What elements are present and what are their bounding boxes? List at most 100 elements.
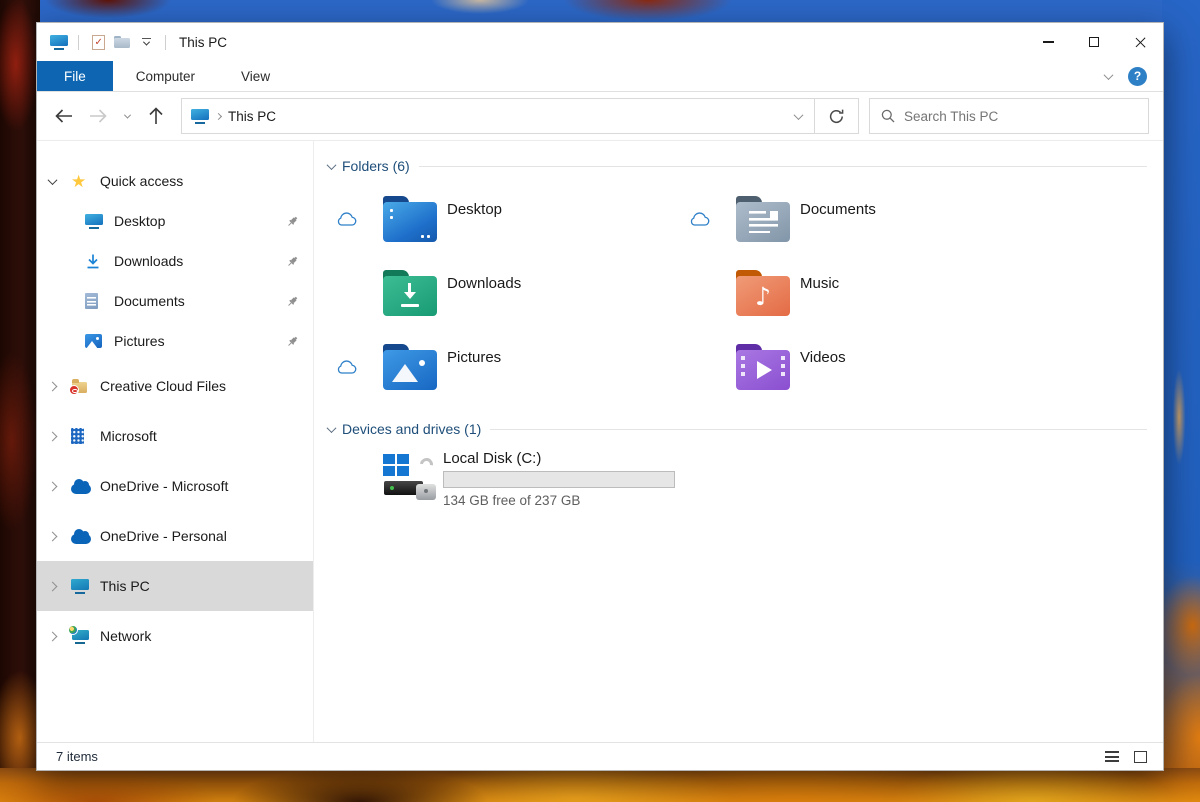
minimize-icon — [1042, 41, 1054, 43]
tab-computer[interactable]: Computer — [113, 61, 218, 91]
navigation-pane: ★ Quick access Desktop Downloads Documen… — [37, 141, 314, 742]
creative-cloud-icon — [69, 379, 88, 395]
folder-name: Pictures — [447, 348, 502, 366]
onedrive-cloud-status-icon — [336, 212, 357, 226]
this-pc-icon[interactable] — [47, 29, 71, 55]
sidebar-item-onedrive-microsoft[interactable]: OneDrive - Microsoft — [37, 461, 313, 511]
folder-tile-documents[interactable]: Documents — [679, 182, 1032, 256]
folder-name: Downloads — [447, 274, 522, 292]
pin-icon — [286, 335, 299, 348]
onedrive-cloud-status-icon — [689, 212, 710, 226]
sidebar-item-network[interactable]: Network — [37, 611, 313, 661]
titlebar: This PC — [37, 23, 1163, 61]
videos-folder-icon — [736, 344, 790, 390]
refresh-button[interactable] — [814, 99, 858, 133]
group-rule — [418, 165, 1147, 167]
folder-tile-downloads[interactable]: Downloads — [326, 256, 679, 330]
forward-button[interactable] — [81, 99, 115, 133]
expand-chevron-icon[interactable] — [47, 431, 58, 441]
expand-chevron-icon[interactable] — [47, 531, 58, 541]
wallpaper-bottom-leaves — [0, 768, 1200, 802]
minimize-button[interactable] — [1025, 23, 1071, 61]
expand-ribbon-icon[interactable] — [1103, 69, 1114, 80]
drive-free-space: 134 GB free of 237 GB — [443, 493, 581, 508]
item-count: 7 items — [56, 749, 98, 764]
expand-chevron-icon[interactable] — [47, 381, 58, 391]
titlebar-separator — [78, 34, 79, 50]
sidebar-item-microsoft[interactable]: Microsoft — [37, 411, 313, 461]
desktop-icon — [85, 213, 103, 229]
folder-tile-desktop[interactable]: Desktop — [326, 182, 679, 256]
group-label: Devices and drives (1) — [342, 421, 482, 437]
customize-quick-access-icon[interactable] — [134, 29, 158, 55]
drive-tile-local-disk[interactable]: Local Disk (C:) 134 GB free of 237 GB — [326, 450, 1153, 534]
sidebar-item-pictures[interactable]: Pictures — [37, 321, 313, 361]
local-disk-icon — [383, 453, 437, 501]
close-button[interactable] — [1117, 23, 1163, 61]
folder-name: Music — [800, 274, 840, 292]
downloads-icon — [85, 253, 101, 269]
folder-name: Documents — [800, 200, 876, 218]
folders-grid: Desktop Documents Downloads ♪ Music Pict… — [326, 182, 1153, 404]
maximize-button[interactable] — [1071, 23, 1117, 61]
expand-chevron-icon[interactable] — [47, 581, 58, 591]
window-title: This PC — [179, 34, 228, 50]
back-button[interactable] — [47, 99, 81, 133]
downloads-folder-icon — [383, 270, 437, 316]
search-box[interactable] — [869, 98, 1149, 134]
list-view-icon[interactable] — [1105, 751, 1119, 762]
large-icons-view-icon[interactable] — [1134, 750, 1147, 763]
folder-tile-pictures[interactable]: Pictures — [326, 330, 679, 404]
sidebar-item-downloads[interactable]: Downloads — [37, 241, 313, 281]
quick-access-star-icon: ★ — [71, 171, 87, 191]
address-bar[interactable]: This PC — [181, 98, 859, 134]
network-icon — [68, 624, 89, 644]
sidebar-item-creative-cloud-files[interactable]: Creative Cloud Files — [37, 361, 313, 411]
sidebar-item-documents[interactable]: Documents — [37, 281, 313, 321]
recent-locations-icon[interactable] — [115, 99, 139, 133]
up-button[interactable] — [139, 99, 173, 133]
file-list-pane: Folders (6) Desktop Documents Downloads … — [314, 141, 1163, 742]
sidebar-item-this-pc[interactable]: This PC — [37, 561, 313, 611]
maximize-icon — [1089, 37, 1099, 47]
collapse-group-icon[interactable] — [326, 159, 337, 170]
music-folder-icon — [736, 270, 790, 316]
help-icon[interactable] — [1128, 66, 1147, 86]
status-bar: 7 items — [37, 742, 1163, 770]
folder-tile-music[interactable]: Music — [679, 256, 1032, 330]
expand-chevron-icon[interactable] — [47, 481, 58, 491]
new-folder-icon[interactable] — [110, 29, 134, 55]
onedrive-icon — [71, 478, 91, 494]
address-breadcrumb[interactable]: This PC — [182, 99, 782, 133]
close-icon — [1134, 36, 1147, 49]
explorer-window: This PC File Computer View — [36, 22, 1164, 771]
expand-chevron-icon[interactable] — [47, 631, 58, 641]
sidebar-item-quick-access[interactable]: ★ Quick access — [37, 161, 313, 201]
ribbon-tab-row: File Computer View — [37, 61, 1163, 92]
desktop-folder-icon — [383, 196, 437, 242]
properties-icon[interactable] — [86, 29, 110, 55]
window-controls — [1025, 23, 1163, 61]
collapse-chevron-icon[interactable] — [47, 174, 58, 185]
folder-tile-videos[interactable]: Videos — [679, 330, 1032, 404]
onedrive-icon — [71, 528, 91, 544]
drive-name: Local Disk (C:) — [443, 450, 542, 467]
folders-group-header[interactable]: Folders (6) — [326, 155, 1153, 177]
sidebar-item-onedrive-personal[interactable]: OneDrive - Personal — [37, 511, 313, 561]
sidebar-item-desktop[interactable]: Desktop — [37, 201, 313, 241]
pin-icon — [286, 255, 299, 268]
breadcrumb-location[interactable]: This PC — [228, 109, 276, 124]
pin-icon — [286, 295, 299, 308]
wallpaper-right-leaves — [1162, 0, 1200, 802]
tab-view[interactable]: View — [218, 61, 293, 91]
this-pc-icon — [191, 108, 209, 124]
address-dropdown-button[interactable] — [782, 99, 814, 133]
tab-file[interactable]: File — [37, 61, 113, 91]
onedrive-cloud-status-icon — [336, 360, 357, 374]
breadcrumb-chevron-icon[interactable] — [214, 112, 223, 120]
drive-usage-bar — [443, 471, 675, 488]
collapse-group-icon[interactable] — [326, 422, 337, 433]
search-input[interactable] — [904, 108, 1137, 124]
building-icon — [71, 428, 84, 444]
devices-group-header[interactable]: Devices and drives (1) — [326, 418, 1153, 440]
